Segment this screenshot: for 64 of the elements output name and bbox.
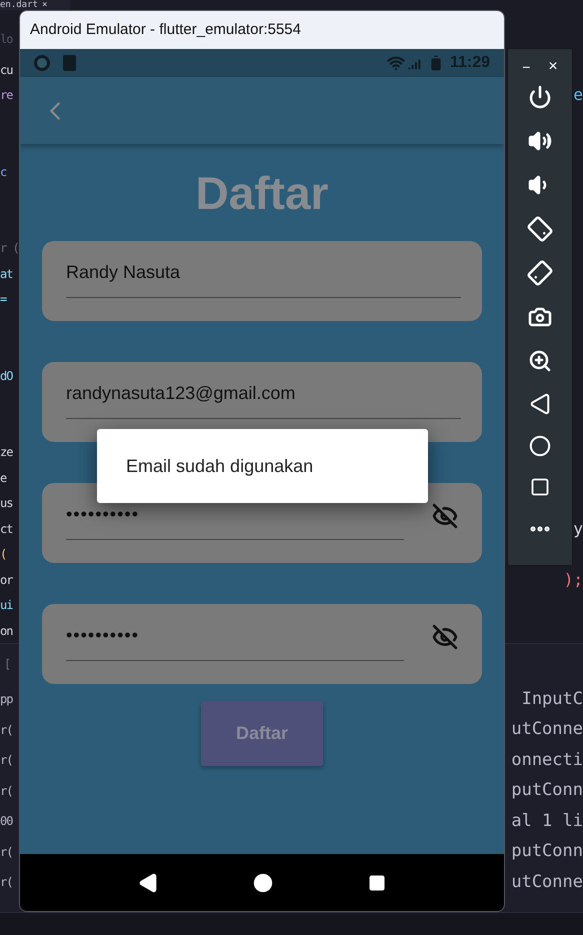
console-text: utConne [511, 874, 583, 891]
back-nav-icon[interactable] [138, 872, 158, 892]
code-text: at [0, 268, 12, 280]
code-text: c [0, 166, 6, 178]
wifi-icon [386, 54, 406, 72]
close-button[interactable]: × [548, 55, 558, 79]
code-text: us [0, 497, 12, 510]
home-icon[interactable] [529, 435, 551, 457]
recents-nav-icon[interactable] [368, 874, 386, 892]
field-value: •••••••••• [66, 503, 140, 525]
console-text: r( [0, 784, 12, 797]
console-text: utConne [511, 721, 583, 738]
field-value: Randy Nasuta [66, 261, 182, 283]
page-title: Daftar [196, 166, 328, 220]
dialog-message: Email sudah digunakan [126, 454, 314, 478]
console-text: onnecti [511, 752, 583, 769]
console-text: r( [0, 876, 12, 888]
code-text: y [573, 520, 583, 537]
console-text: r( [0, 724, 12, 736]
code-text: ui [0, 599, 12, 612]
code-text: re [0, 89, 12, 102]
code-text: e [573, 87, 583, 104]
status-time: 11:29 [450, 53, 490, 73]
home-nav-icon[interactable] [252, 872, 273, 892]
field-value: •••••••••• [66, 624, 140, 646]
hide-password-icon[interactable] [432, 503, 458, 529]
console-text: 00 [0, 815, 12, 828]
code-text: lo [0, 30, 12, 48]
power-icon[interactable] [528, 85, 552, 109]
console-text: InputC [522, 690, 583, 708]
console-text: putConn [511, 843, 583, 860]
code-text: = [0, 293, 6, 306]
file-tab[interactable]: en.dart [0, 0, 38, 10]
code-text: on [0, 624, 12, 637]
code-text: e [0, 472, 6, 484]
record-icon [34, 55, 50, 71]
back-icon[interactable] [529, 393, 551, 415]
volume-up-icon[interactable] [528, 129, 552, 153]
hide-password-icon[interactable] [432, 624, 458, 650]
code-text: ( [0, 548, 6, 560]
code-text: or [0, 574, 12, 586]
window-title: Android Emulator - flutter_emulator:5554 [30, 20, 301, 40]
console-text: r( [0, 846, 12, 858]
password-field[interactable]: •••••••••• [42, 604, 482, 684]
camera-icon[interactable] [528, 305, 552, 329]
sd-card-icon [63, 55, 76, 71]
field-value: randynasuta123@gmail.com [66, 382, 296, 404]
console-text: r( [0, 754, 12, 766]
close-tab-button[interactable]: × [42, 0, 48, 10]
console-text: al 1 li [511, 812, 583, 830]
code-text: ze [0, 446, 12, 458]
register-button[interactable]: Daftar [201, 701, 323, 766]
code-text: ); [564, 572, 583, 588]
code-text: r ( [0, 242, 19, 254]
minimize-button[interactable]: − [522, 56, 530, 78]
console-text: pp [0, 693, 12, 706]
zoom-icon[interactable] [528, 349, 552, 373]
overview-icon[interactable] [530, 477, 550, 497]
code-text: dO [0, 370, 12, 382]
console-text: putConn [511, 782, 583, 800]
code-text: ct [0, 522, 12, 535]
input-field[interactable]: Randy Nasuta [42, 241, 482, 321]
panel-text: [ [4, 656, 12, 673]
code-text: cu [0, 64, 12, 76]
